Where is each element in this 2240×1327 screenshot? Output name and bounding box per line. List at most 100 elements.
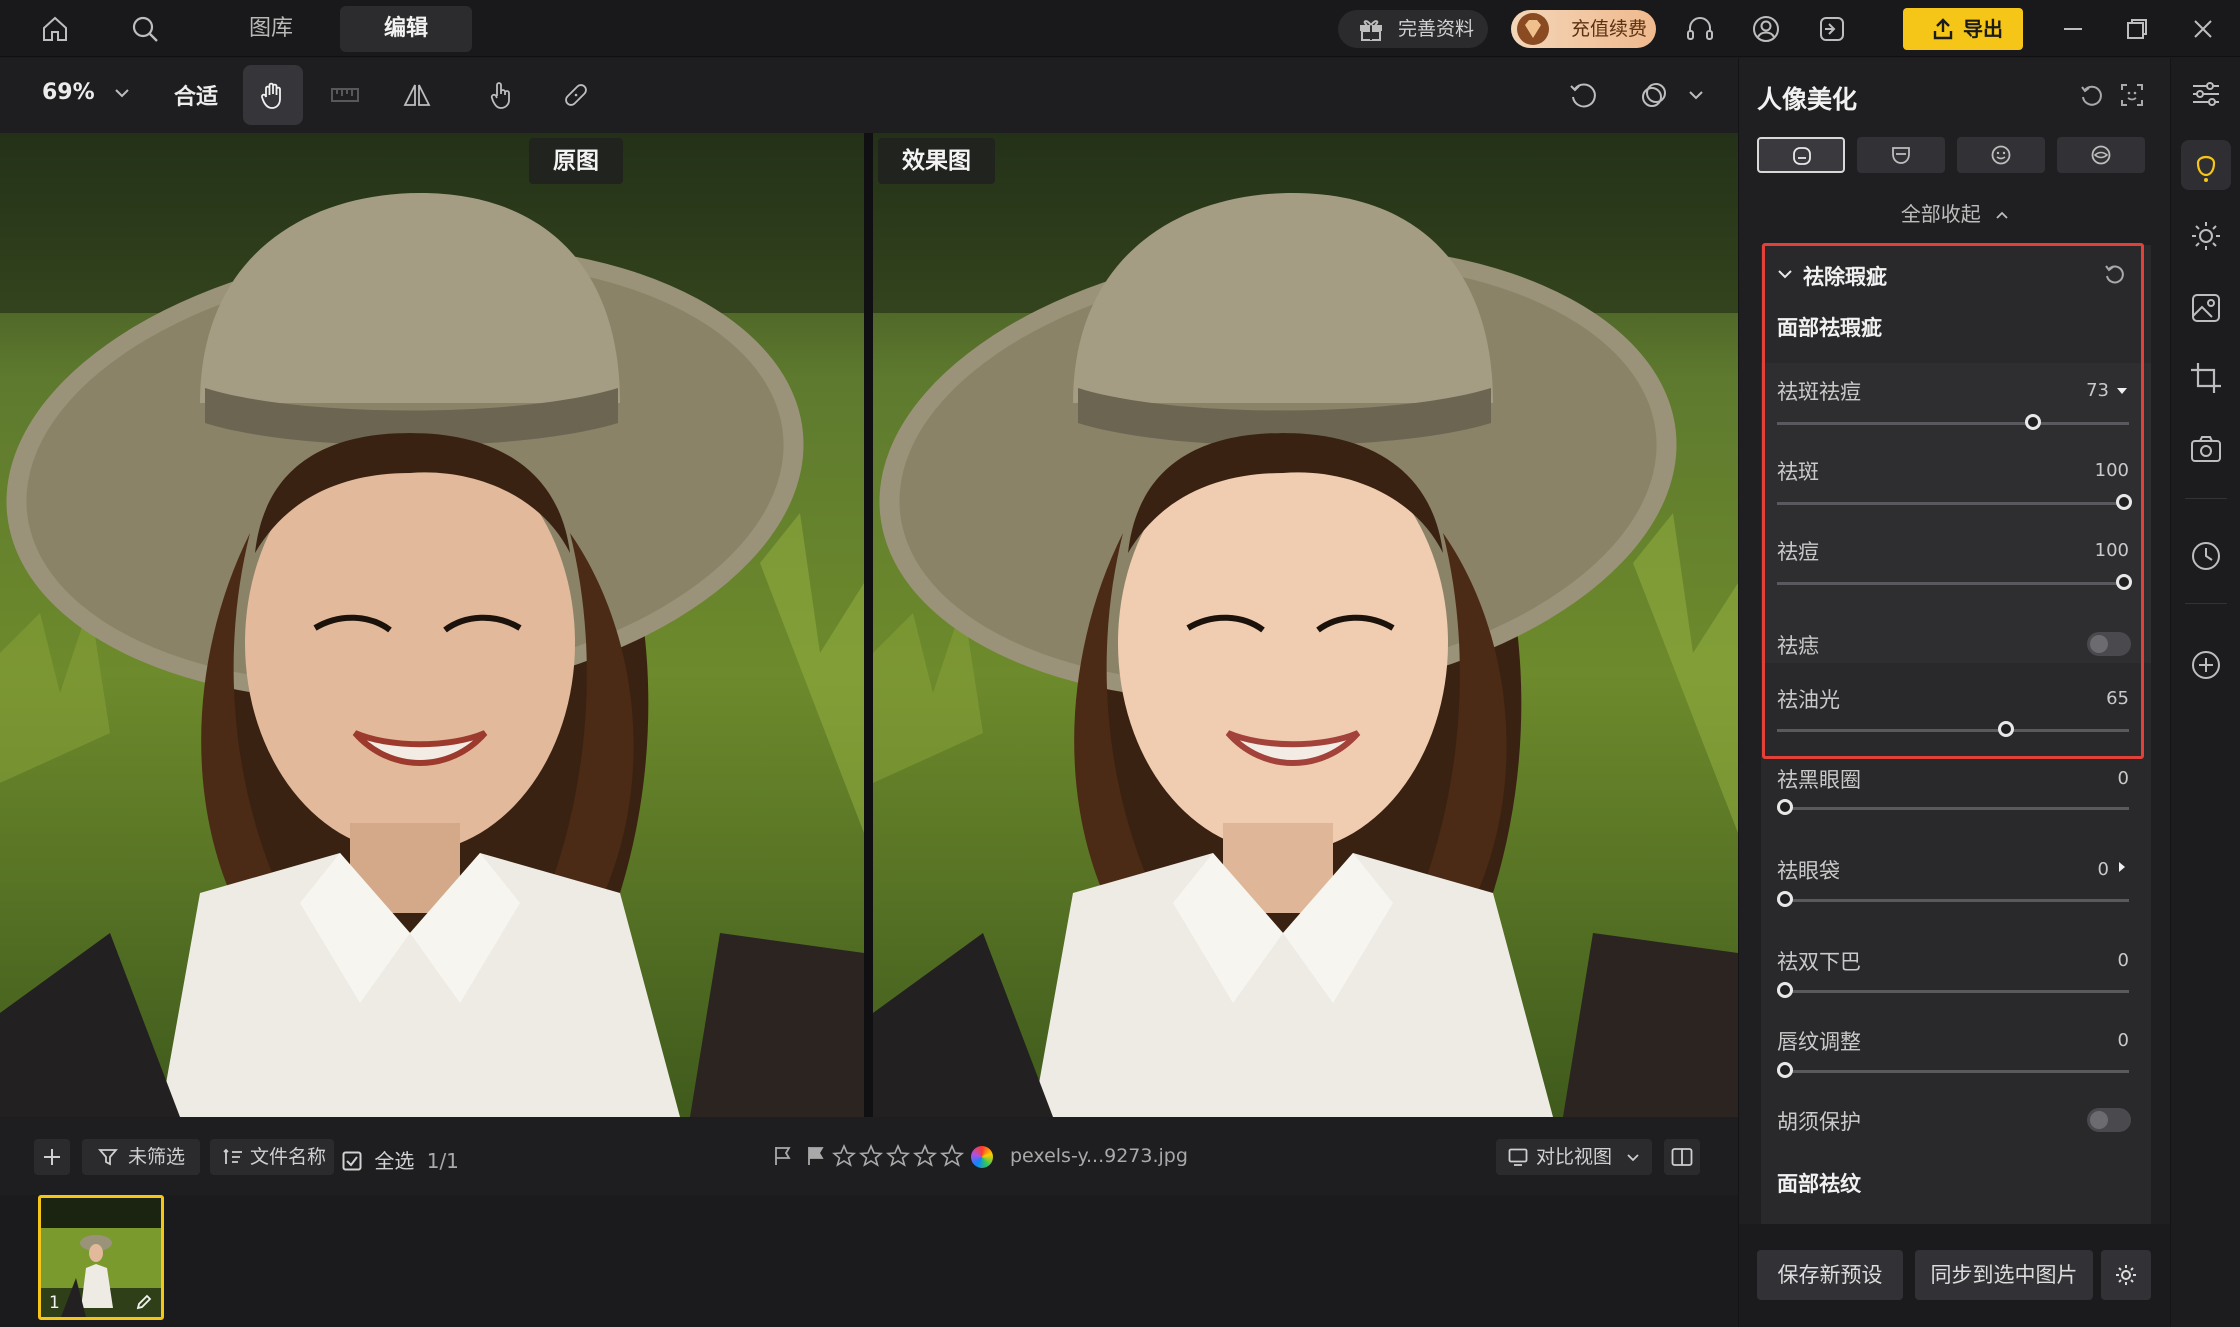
chevron-down-icon	[115, 89, 130, 98]
restore-icon[interactable]	[2122, 14, 2152, 44]
bandage-tool[interactable]	[546, 65, 606, 125]
sort-button[interactable]: 文件名称	[210, 1139, 334, 1175]
color-label-icon[interactable]	[971, 1146, 993, 1168]
chevron-down-icon[interactable]	[1688, 89, 1704, 101]
flip-icon	[403, 84, 431, 106]
slider-value-lip-lines[interactable]: 0	[2039, 1030, 2129, 1051]
touch-tool[interactable]	[471, 65, 531, 125]
beard-protect-label: 胡须保护	[1777, 1110, 1861, 1134]
flip-tool[interactable]	[387, 65, 447, 125]
select-all-label: 全选	[374, 1149, 415, 1173]
sort-label: 文件名称	[250, 1146, 327, 1168]
tool-rail	[2170, 58, 2240, 1327]
filter-button[interactable]: 未筛选	[82, 1139, 200, 1175]
adjust-icon[interactable]	[2188, 76, 2224, 112]
compare-mode-button[interactable]	[1624, 65, 1684, 125]
add-button[interactable]	[34, 1139, 70, 1175]
recharge-label: 充值续费	[1571, 18, 1648, 40]
history-icon[interactable]	[2188, 538, 2224, 574]
light-icon[interactable]	[2188, 218, 2224, 254]
file-name: pexels-y...9273.jpg	[1010, 1145, 1188, 1167]
sync-selected-button[interactable]: 同步到选中图片	[1915, 1250, 2093, 1300]
slider-label-dark-circles: 祛黑眼圈	[1777, 768, 1861, 792]
slider-knob-lip-lines[interactable]	[1777, 1062, 1793, 1078]
collapse-all-button[interactable]: 全部收起	[1739, 198, 2171, 227]
slider-track-lip-lines[interactable]	[1777, 1070, 2129, 1073]
tab-face-shape[interactable]	[1857, 137, 1945, 173]
crop-icon[interactable]	[2188, 360, 2224, 396]
chevron-up-icon	[1996, 211, 2008, 219]
rail-divider	[2185, 603, 2227, 604]
image-canvas[interactable]: 原图 效果图	[0, 133, 1738, 1117]
filmstrip: 1	[0, 1195, 1738, 1327]
camera-icon[interactable]	[2188, 431, 2224, 467]
search-icon[interactable]	[130, 14, 160, 44]
undo-icon	[1570, 83, 1596, 108]
slider-value-double-chin[interactable]: 0	[2039, 950, 2129, 971]
compare-view-label: 对比视图	[1536, 1146, 1613, 1168]
tab-features[interactable]	[1957, 137, 2045, 173]
slider-value-dark-circles[interactable]: 0	[2039, 768, 2129, 789]
reset-icon[interactable]	[2079, 82, 2105, 108]
zoom-dropdown[interactable]: 69%	[42, 80, 130, 105]
user-icon[interactable]	[1751, 14, 1781, 44]
split-view-icon	[1671, 1148, 1693, 1166]
gift-icon	[1360, 20, 1382, 41]
ruler-tool[interactable]	[315, 65, 375, 125]
star-rating[interactable]	[831, 1143, 972, 1173]
close-icon[interactable]	[2188, 14, 2218, 44]
beard-protect-toggle[interactable]	[2087, 1108, 2131, 1132]
hand-tool[interactable]	[243, 65, 303, 125]
slider-knob-eye-bags[interactable]	[1777, 891, 1793, 907]
reject-flag-icon[interactable]	[805, 1145, 827, 1167]
slider-track-double-chin[interactable]	[1777, 990, 2129, 993]
slider-track-dark-circles[interactable]	[1777, 807, 2129, 810]
result-label: 效果图	[878, 138, 995, 184]
pointer-hand-icon	[490, 82, 510, 109]
home-icon[interactable]	[40, 14, 70, 44]
export-button[interactable]: 导出	[1903, 8, 2023, 50]
gear-icon	[2116, 1265, 2136, 1285]
add-tool-icon[interactable]	[2188, 647, 2224, 683]
bottom-bar: 未筛选 文件名称 全选 1/1 pexels-y...9273.jpg 对比视图	[0, 1117, 1738, 1195]
select-all[interactable]: 全选 1/1	[342, 1145, 459, 1174]
collapse-all-label: 全部收起	[1900, 202, 1981, 226]
tab-skin[interactable]	[1757, 137, 1845, 173]
face-detect-icon[interactable]	[2119, 82, 2145, 108]
undo-button[interactable]	[1553, 65, 1613, 125]
fit-button[interactable]: 合适	[174, 79, 218, 111]
minimize-icon[interactable]	[2058, 14, 2088, 44]
headset-icon[interactable]	[1685, 14, 1715, 44]
tab-library[interactable]: 图库	[230, 6, 312, 52]
portrait-beautify-icon[interactable]	[2181, 140, 2231, 190]
slider-knob-dark-circles[interactable]	[1777, 799, 1793, 815]
image-adjust-icon[interactable]	[2188, 290, 2224, 326]
edited-pencil-icon	[136, 1294, 152, 1310]
original-photo: 原图	[0, 133, 864, 1117]
original-label: 原图	[529, 138, 623, 184]
complete-profile-label: 完善资料	[1398, 18, 1475, 40]
recharge-button[interactable]: 充值续费	[1511, 10, 1656, 48]
triangle-right-icon[interactable]	[2117, 860, 2127, 874]
slider-track-eye-bags[interactable]	[1777, 899, 2129, 902]
export-label: 导出	[1963, 17, 2003, 41]
thumbnail[interactable]: 1	[38, 1195, 164, 1320]
highlight-box	[1762, 243, 2144, 759]
top-bar: 图库 编辑 完善资料 充值续费 导出	[0, 0, 2240, 57]
complete-profile-button[interactable]: 完善资料	[1338, 10, 1488, 48]
filter-icon	[98, 1149, 118, 1166]
slider-value-eye-bags[interactable]: 0	[2039, 859, 2109, 880]
selection-count: 1/1	[426, 1149, 459, 1173]
logout-icon[interactable]	[1817, 14, 1847, 44]
ruler-icon	[331, 88, 359, 102]
slider-knob-double-chin[interactable]	[1777, 982, 1793, 998]
flag-icon[interactable]	[772, 1145, 794, 1167]
tab-makeup[interactable]	[2057, 137, 2145, 173]
split-view-button[interactable]	[1664, 1139, 1700, 1175]
settings-button[interactable]	[2101, 1250, 2151, 1300]
tab-edit[interactable]: 编辑	[340, 6, 472, 52]
eye-makeup-icon	[2091, 145, 2111, 165]
save-preset-button[interactable]: 保存新预设	[1757, 1250, 1903, 1300]
compare-view-dropdown[interactable]: 对比视图	[1496, 1139, 1652, 1175]
face-wrinkle-title: 面部祛纹	[1777, 1172, 1861, 1196]
